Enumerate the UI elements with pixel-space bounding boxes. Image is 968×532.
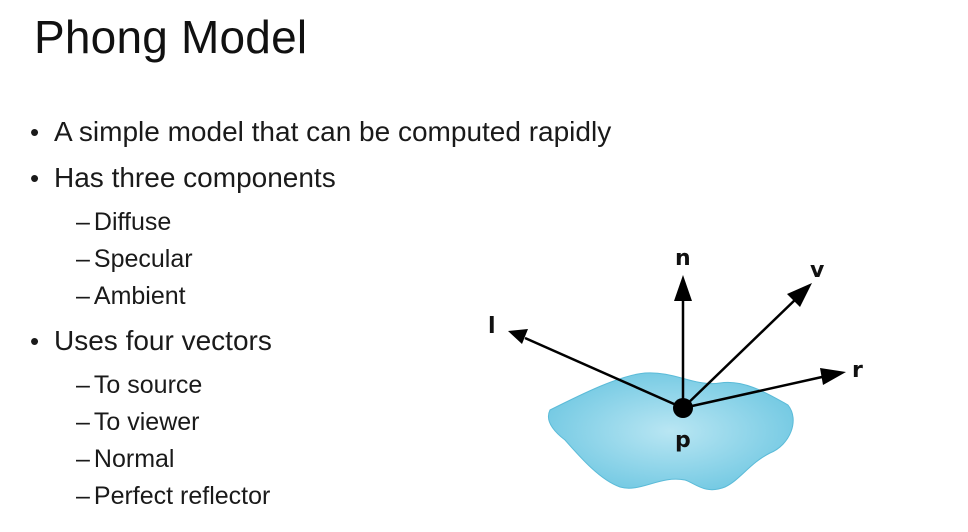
- viewer-label: v: [810, 258, 825, 283]
- dash-icon: –: [76, 208, 90, 236]
- dash-icon: –: [76, 371, 90, 399]
- sub-bullet-text: To source: [93, 371, 203, 399]
- dash-icon: –: [76, 408, 90, 436]
- point-label: p: [675, 428, 691, 453]
- bullet-dot-icon: •: [30, 163, 40, 193]
- sub-bullet-text: Normal: [93, 445, 175, 473]
- reflector-label: r: [852, 358, 863, 383]
- dash-icon: –: [76, 282, 90, 310]
- sub-bullet-text: Specular: [93, 245, 193, 273]
- normal-arrowhead-icon: [674, 275, 692, 301]
- dash-icon: –: [76, 482, 90, 510]
- bullet-text: A simple model that can be computed rapi…: [54, 116, 612, 147]
- bullet-dot-icon: •: [30, 117, 40, 147]
- source-arrowhead-icon: [508, 329, 528, 344]
- dash-icon: –: [76, 445, 90, 473]
- point-marker: [673, 398, 693, 418]
- bullet-text: Has three components: [54, 162, 336, 193]
- source-label: l: [488, 314, 496, 339]
- slide-title: Phong Model: [34, 11, 308, 63]
- normal-label: n: [675, 246, 691, 271]
- bullet-item: • Has three components: [30, 158, 710, 198]
- bullet-dot-icon: •: [30, 326, 40, 356]
- phong-vector-diagram: n v l r p: [488, 246, 863, 491]
- sub-bullet-text: To viewer: [93, 408, 200, 436]
- sub-bullet-text: Diffuse: [93, 208, 172, 236]
- bullet-item: • A simple model that can be computed ra…: [30, 112, 710, 152]
- sub-bullet-text: Ambient: [93, 282, 186, 310]
- reflector-arrowhead-icon: [820, 368, 846, 385]
- bullet-text: Uses four vectors: [54, 325, 272, 356]
- dash-icon: –: [76, 245, 90, 273]
- sub-bullet-text: Perfect reflector: [93, 482, 271, 510]
